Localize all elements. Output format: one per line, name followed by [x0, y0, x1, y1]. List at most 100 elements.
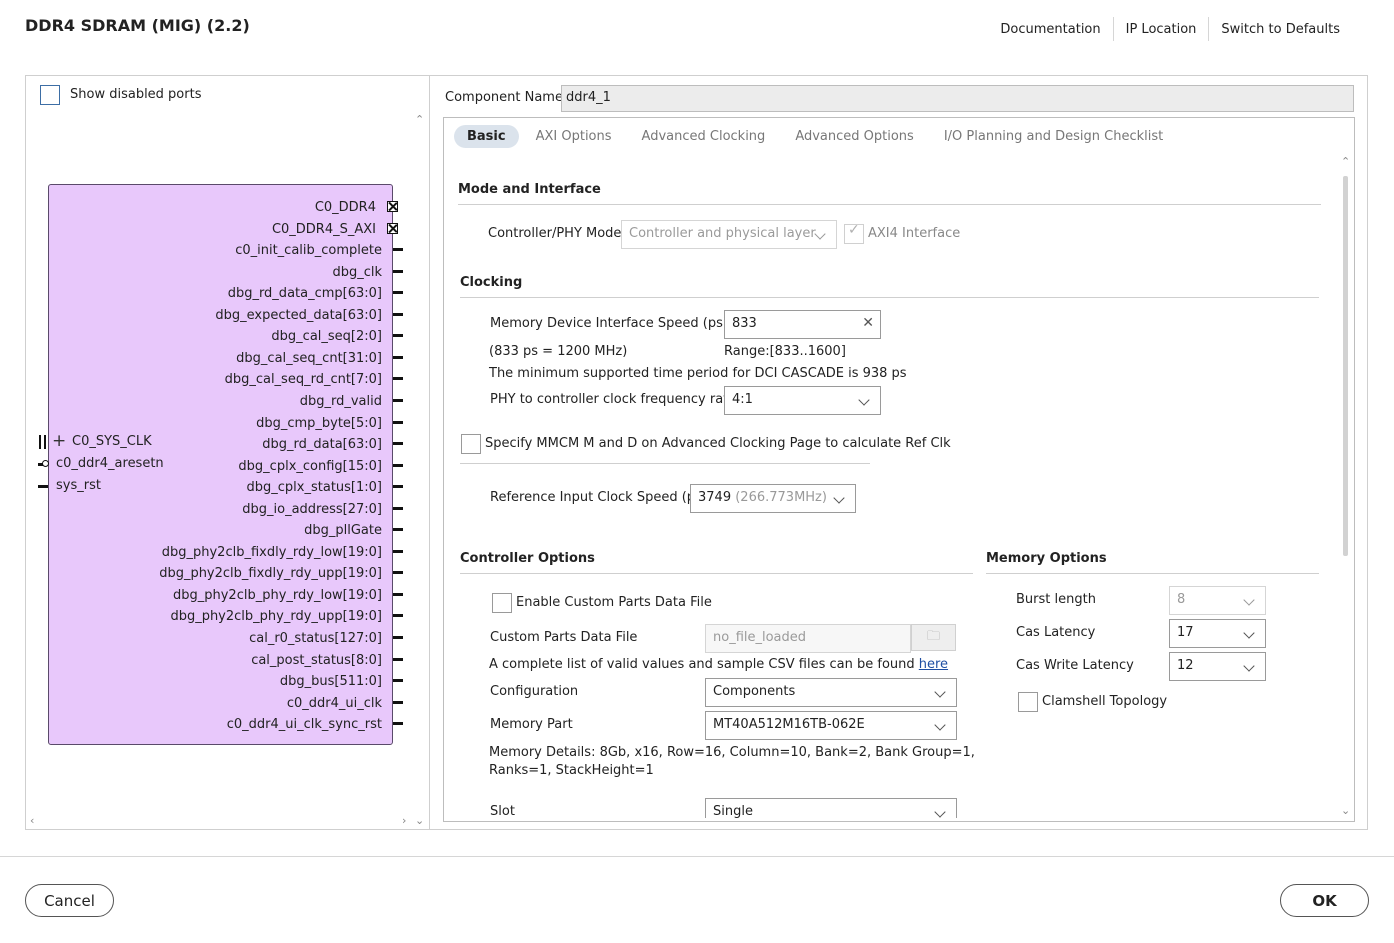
port-pin[interactable] — [393, 355, 403, 359]
custom-parts-checkbox[interactable] — [492, 593, 512, 613]
port-pin[interactable] — [393, 636, 403, 639]
content-scroll-down-icon[interactable]: ⌄ — [1341, 804, 1350, 817]
content-scroll-up-icon[interactable]: ⌃ — [1341, 155, 1350, 168]
port-pin[interactable] — [393, 571, 403, 575]
configuration-value: Components — [713, 684, 796, 699]
port-label: dbg_cal_seq_rd_cnt[7:0] — [224, 372, 382, 388]
slot-value: Single — [713, 804, 753, 818]
port-pin[interactable] — [393, 269, 403, 273]
phy-ratio-label: PHY to controller clock frequency ratio — [490, 392, 740, 407]
tab-basic[interactable]: Basic — [454, 125, 519, 148]
show-disabled-ports-checkbox[interactable] — [40, 85, 60, 105]
content-scrollbar[interactable] — [1343, 176, 1348, 556]
port-pin[interactable] — [393, 463, 403, 467]
slot-label: Slot — [490, 804, 515, 819]
clock-bus-icon[interactable] — [39, 435, 46, 449]
tab-io-planning[interactable]: I/O Planning and Design Checklist — [931, 125, 1176, 148]
mmcm-checkbox[interactable] — [461, 434, 481, 454]
memory-details-line2: Ranks=1, StackHeight=1 — [489, 763, 654, 778]
port-pin[interactable] — [393, 334, 403, 338]
chevron-down-icon — [858, 394, 870, 406]
port-label: dbg_pllGate — [304, 523, 382, 539]
port-label: dbg_phy2clb_fixdly_rdy_upp[19:0] — [159, 566, 382, 582]
custom-parts-file-input[interactable]: no_file_loaded — [705, 624, 911, 653]
port-pin[interactable] — [393, 485, 403, 489]
folder-browse-button[interactable]: 🗀 — [911, 624, 956, 651]
slot-select[interactable]: Single — [705, 798, 957, 818]
phy-ratio-select[interactable]: 4:1 — [724, 386, 881, 415]
port-label: dbg_rd_data[63:0] — [262, 437, 382, 453]
scroll-right-icon[interactable]: › — [402, 814, 406, 827]
port-pin[interactable] — [393, 549, 403, 553]
port-pin[interactable] — [393, 657, 403, 661]
port-pin[interactable] — [393, 248, 403, 252]
burst-length-select[interactable]: 8 — [1169, 586, 1266, 615]
chevron-down-icon — [814, 228, 826, 240]
port-pin[interactable] — [393, 722, 403, 726]
memory-speed-input[interactable]: 833 ✕ — [724, 310, 881, 339]
port-pin[interactable] — [393, 312, 403, 316]
port-pin[interactable] — [393, 377, 403, 381]
ref-clock-mhz: (266.773MHz) — [735, 490, 827, 505]
cas-latency-select[interactable]: 17 — [1169, 619, 1266, 648]
port-label: c0_ddr4_ui_clk_sync_rst — [226, 717, 382, 733]
port-pin[interactable] — [393, 506, 403, 510]
bus-interface-icon[interactable] — [387, 222, 398, 234]
tab-advanced-options[interactable]: Advanced Options — [782, 125, 927, 148]
documentation-link[interactable]: Documentation — [988, 22, 1112, 37]
ip-location-link[interactable]: IP Location — [1114, 22, 1209, 37]
port-label: cal_post_status[8:0] — [251, 652, 382, 668]
tab-axi-options[interactable]: AXI Options — [523, 125, 625, 148]
configuration-select[interactable]: Components — [705, 678, 957, 707]
scroll-down-icon[interactable]: ⌄ — [415, 814, 424, 827]
scroll-left-icon[interactable]: ‹ — [30, 814, 34, 827]
memory-speed-range: Range:[833..1600] — [724, 344, 846, 359]
memory-part-select[interactable]: MT40A512M16TB-062E — [705, 711, 957, 740]
port-label: c0_init_calib_complete — [235, 243, 382, 259]
ok-button[interactable]: OK — [1280, 884, 1369, 917]
mmcm-label: Specify MMCM M and D on Advanced Clockin… — [485, 436, 951, 451]
port-pin[interactable] — [393, 420, 403, 424]
tab-advanced-clocking[interactable]: Advanced Clocking — [629, 125, 779, 148]
cas-write-latency-label: Cas Write Latency — [1016, 658, 1134, 673]
ref-clock-select[interactable]: 3749 (266.773MHz) — [690, 484, 856, 513]
clamshell-checkbox[interactable] — [1018, 692, 1038, 712]
clear-icon[interactable]: ✕ — [862, 315, 874, 331]
port-pin[interactable] — [393, 614, 403, 618]
csv-here-link[interactable]: here — [919, 657, 948, 672]
controller-options-heading: Controller Options — [460, 551, 595, 566]
switch-to-defaults-link[interactable]: Switch to Defaults — [1209, 22, 1352, 37]
cas-write-latency-select[interactable]: 12 — [1169, 652, 1266, 681]
show-disabled-ports-label: Show disabled ports — [70, 87, 202, 102]
port-label: dbg_cmp_byte[5:0] — [256, 415, 382, 431]
port-pin[interactable] — [393, 679, 403, 683]
port-label: dbg_expected_data[63:0] — [215, 307, 382, 323]
controller-phy-mode-select[interactable]: Controller and physical layer — [621, 220, 837, 249]
port-label: dbg_io_address[27:0] — [242, 501, 382, 517]
memory-speed-value: 833 — [732, 316, 757, 331]
bus-interface-icon[interactable] — [387, 201, 398, 212]
memory-part-value: MT40A512M16TB-062E — [713, 717, 865, 732]
cancel-button[interactable]: Cancel — [25, 884, 114, 917]
port-pin[interactable] — [393, 700, 403, 704]
checkmark-icon: ✓ — [848, 222, 860, 238]
chevron-down-icon — [934, 806, 946, 818]
component-name-input[interactable]: ddr4_1 — [561, 85, 1354, 112]
port-pin[interactable] — [393, 291, 403, 295]
port-label: dbg_rd_valid — [299, 393, 382, 409]
port-label: dbg_clk — [332, 264, 382, 280]
ref-clock-label: Reference Input Clock Speed (ps) — [490, 490, 707, 505]
port-pin[interactable] — [38, 485, 48, 488]
clocking-heading: Clocking — [460, 275, 523, 290]
chevron-down-icon — [934, 686, 946, 698]
port-pin[interactable] — [393, 528, 403, 532]
scroll-up-icon[interactable]: ⌃ — [415, 113, 424, 126]
port-pin[interactable] — [393, 398, 403, 402]
divider — [458, 204, 1321, 205]
custom-parts-file-label: Custom Parts Data File — [490, 630, 638, 645]
port-pin[interactable] — [393, 442, 403, 446]
dialog-title: DDR4 SDRAM (MIG) (2.2) — [25, 16, 250, 35]
port-label: dbg_cal_seq[2:0] — [271, 329, 382, 345]
port-pin[interactable] — [393, 592, 403, 596]
expand-icon[interactable]: + — [52, 431, 66, 451]
